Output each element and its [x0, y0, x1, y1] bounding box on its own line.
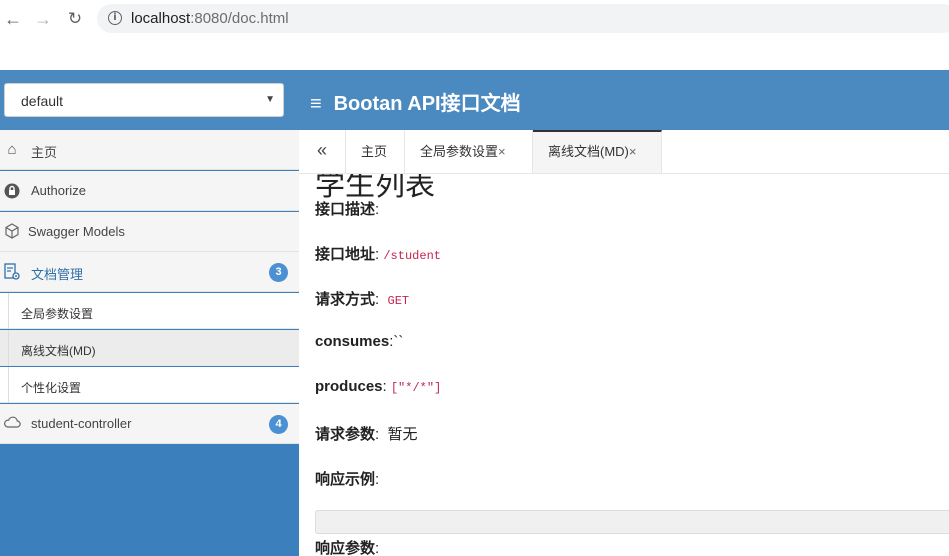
tab-label: 主页 — [361, 144, 388, 159]
reload-icon[interactable]: ↻ — [64, 8, 86, 30]
close-icon[interactable]: × — [629, 144, 637, 159]
tab-bar: « 主页 全局参数设置× 离线文档(MD)× — [299, 130, 949, 174]
sidebar-subitem-label: 离线文档(MD) — [21, 344, 96, 358]
sidebar-subitem-global-params[interactable]: 全局参数设置 — [0, 293, 299, 329]
field-response-example: 响应示例: — [315, 471, 380, 488]
sidebar-item-home[interactable]: ⌂ 主页 — [0, 130, 299, 170]
back-arrow-icon[interactable]: ← — [2, 8, 24, 30]
tab-home[interactable]: 主页 — [346, 130, 405, 173]
sidebar-item-label: Authorize — [31, 183, 86, 198]
field-produces: produces: ["*/*"] — [315, 378, 442, 395]
sidebar: ⌂ 主页 Authorize Swagger Models 文档管理 3 全局参… — [0, 130, 299, 556]
method-value: GET — [387, 294, 410, 308]
lock-icon — [3, 182, 21, 200]
app-title: ≡ Bootan API接口文档 — [310, 93, 521, 116]
chevron-down-icon: ▼ — [265, 94, 275, 105]
address-bar[interactable]: i localhost:8080/doc.html — [97, 4, 949, 33]
sidebar-subitem-label: 个性化设置 — [21, 381, 82, 395]
menu-icon[interactable]: ≡ — [310, 93, 328, 116]
sidebar-item-authorize[interactable]: Authorize — [0, 171, 299, 211]
info-icon[interactable]: i — [108, 11, 122, 25]
sidebar-item-swagger-models[interactable]: Swagger Models — [0, 212, 299, 252]
sidebar-item-label: student-controller — [31, 416, 132, 431]
field-address: 接口地址: /student — [315, 246, 441, 263]
address-value: /student — [383, 249, 441, 263]
browser-toolbar: ← → ↻ i localhost:8080/doc.html — [0, 0, 949, 38]
cloud-icon — [3, 415, 21, 433]
field-consumes: consumes:`` — [315, 333, 404, 350]
tree-line — [8, 330, 9, 366]
tab-label: 全局参数设置 — [420, 144, 499, 159]
sidebar-subitem-label: 全局参数设置 — [21, 307, 94, 321]
produces-value: ["*/*"] — [390, 381, 442, 395]
tree-line — [8, 367, 9, 403]
double-chevron-left-icon[interactable]: « — [299, 130, 346, 173]
group-select-value: default — [21, 93, 64, 109]
url-text[interactable]: localhost:8080/doc.html — [131, 10, 289, 27]
response-example-code-block — [315, 510, 949, 534]
sidebar-item-label: 主页 — [31, 145, 58, 160]
sidebar-subitem-personalize[interactable]: 个性化设置 — [0, 367, 299, 403]
field-method: 请求方式: GET — [315, 291, 410, 308]
sidebar-item-student-controller[interactable]: student-controller 4 — [0, 404, 299, 444]
home-icon: ⌂ — [7, 141, 17, 158]
request-params-value: 暂无 — [387, 426, 418, 443]
group-select[interactable]: default ▼ — [4, 83, 284, 117]
consumes-value: `` — [393, 333, 404, 350]
doc-settings-icon — [3, 263, 21, 281]
count-badge: 4 — [269, 415, 288, 434]
field-request-params: 请求参数: 暂无 — [315, 426, 418, 443]
sidebar-item-doc-management[interactable]: 文档管理 3 — [0, 252, 299, 292]
tab-offline-doc[interactable]: 离线文档(MD)× — [533, 130, 662, 173]
cube-icon — [3, 223, 21, 241]
forward-arrow-icon[interactable]: → — [32, 8, 54, 30]
sidebar-item-label: 文档管理 — [31, 267, 84, 282]
close-icon[interactable]: × — [498, 144, 506, 159]
field-response-params: 响应参数: — [315, 540, 380, 556]
tab-label: 离线文档(MD) — [548, 144, 629, 159]
sidebar-subitem-offline-doc[interactable]: 离线文档(MD) — [0, 330, 299, 366]
app-header: default ▼ ≡ Bootan API接口文档 — [0, 70, 949, 130]
tab-global-params[interactable]: 全局参数设置× — [405, 130, 533, 173]
field-description: 接口描述: — [315, 201, 380, 218]
tree-line — [8, 293, 9, 329]
sidebar-item-label: Swagger Models — [28, 224, 125, 239]
doc-content: 学生列表 接口描述: 接口地址: /student 请求方式: GET cons… — [299, 174, 949, 556]
count-badge: 3 — [269, 263, 288, 282]
